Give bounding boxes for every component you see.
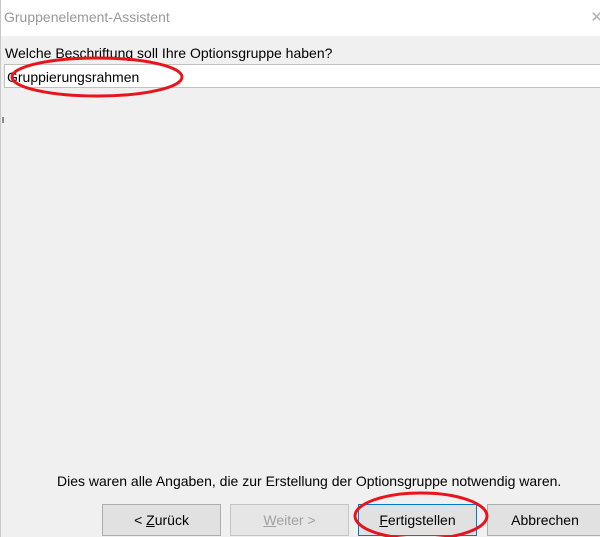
left-edge-mark (2, 117, 4, 123)
back-button-mnemonic: Z (146, 512, 155, 528)
completion-info-text: Dies waren alle Angaben, die zur Erstell… (57, 473, 562, 489)
cancel-button[interactable]: Abbrechen (487, 504, 600, 536)
title-bar: Gruppenelement-Assistent ✕ (1, 0, 600, 36)
finish-button-mnemonic: F (379, 512, 388, 528)
caption-question-label: Welche Beschriftung soll Ihre Optionsgru… (5, 45, 333, 61)
next-button-mnemonic: W (263, 512, 277, 528)
back-button-rest: urück (154, 512, 189, 528)
back-button[interactable]: < Zurück (102, 504, 221, 536)
wizard-window: Gruppenelement-Assistent ✕ Welche Beschr… (0, 0, 600, 537)
finish-button-rest: ertigstellen (387, 512, 456, 528)
next-button-rest: eiter > (276, 512, 316, 528)
close-icon[interactable]: ✕ (590, 8, 600, 26)
next-button[interactable]: Weiter > (230, 504, 349, 536)
window-title: Gruppenelement-Assistent (4, 9, 170, 25)
caption-input[interactable] (4, 64, 600, 88)
finish-button[interactable]: Fertigstellen (358, 504, 477, 536)
back-button-prefix: < (134, 512, 147, 528)
